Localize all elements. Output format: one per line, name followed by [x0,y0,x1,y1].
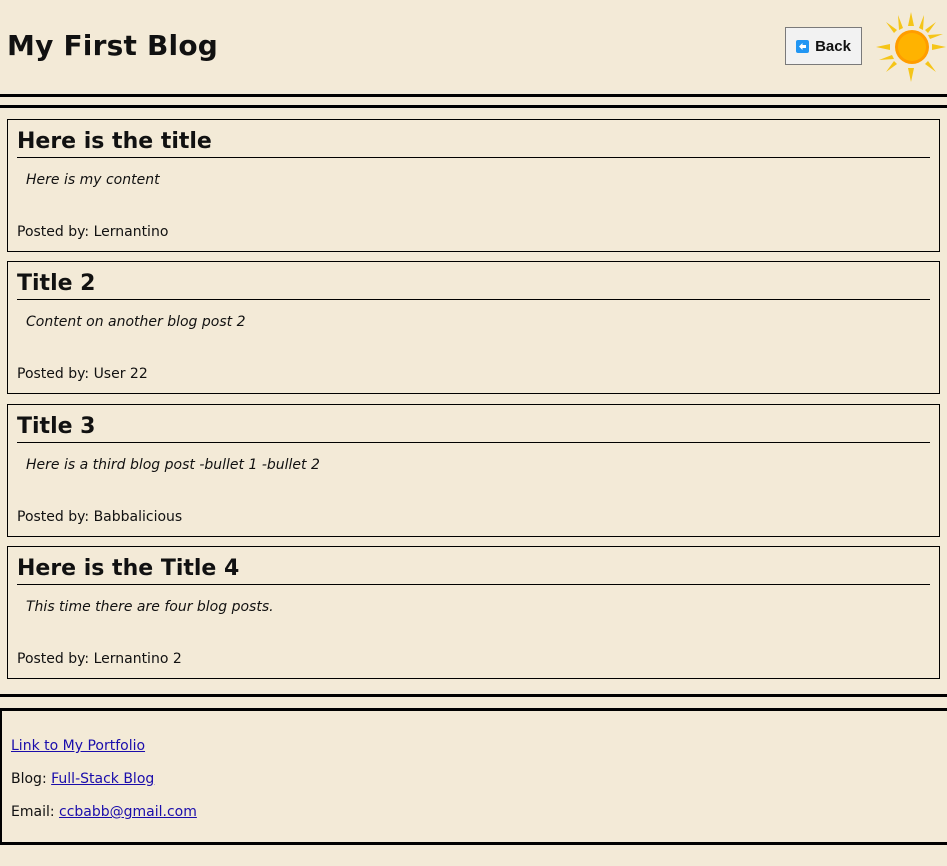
post-author: Posted by: Lernantino 2 [17,651,182,667]
back-button-label: Back [815,37,851,55]
email-line: Email: ccbabb@gmail.com [11,804,197,820]
post-content: Content on another blog post 2 [26,314,246,330]
blog-link[interactable]: Full-Stack Blog [51,771,154,787]
blog-post[interactable]: Here is the Title 4 This time there are … [7,546,940,679]
email-link[interactable]: ccbabb@gmail.com [59,804,197,820]
posts-section: Here is the title Here is my content Pos… [0,105,947,697]
post-title: Here is the title [17,128,930,158]
email-label: Email: [11,804,60,820]
post-author: Posted by: Lernantino [17,224,169,240]
back-arrow-icon [796,39,810,53]
page-title: My First Blog [7,29,219,62]
post-content: Here is my content [26,172,160,188]
back-button[interactable]: Back [785,27,862,65]
portfolio-line: Link to My Portfolio [11,738,145,754]
blog-label: Blog: [11,771,52,787]
blog-post[interactable]: Title 3 Here is a third blog post -bulle… [7,404,940,537]
blog-post[interactable]: Here is the title Here is my content Pos… [7,119,940,252]
page-header: My First Blog Back [0,0,947,97]
blog-post[interactable]: Title 2 Content on another blog post 2 P… [7,261,940,394]
portfolio-link[interactable]: Link to My Portfolio [11,738,145,754]
post-content: Here is a third blog post -bullet 1 -bul… [26,457,320,473]
post-title: Here is the Title 4 [17,555,930,585]
post-author: Posted by: Babbalicious [17,509,183,525]
post-author: Posted by: User 22 [17,366,148,382]
post-title: Title 3 [17,413,930,443]
post-content: This time there are four blog posts. [26,599,274,615]
page-footer: Link to My Portfolio Blog: Full-Stack Bl… [0,708,947,845]
sun-icon[interactable] [876,12,946,82]
post-title: Title 2 [17,270,930,300]
blog-line: Blog: Full-Stack Blog [11,771,154,787]
